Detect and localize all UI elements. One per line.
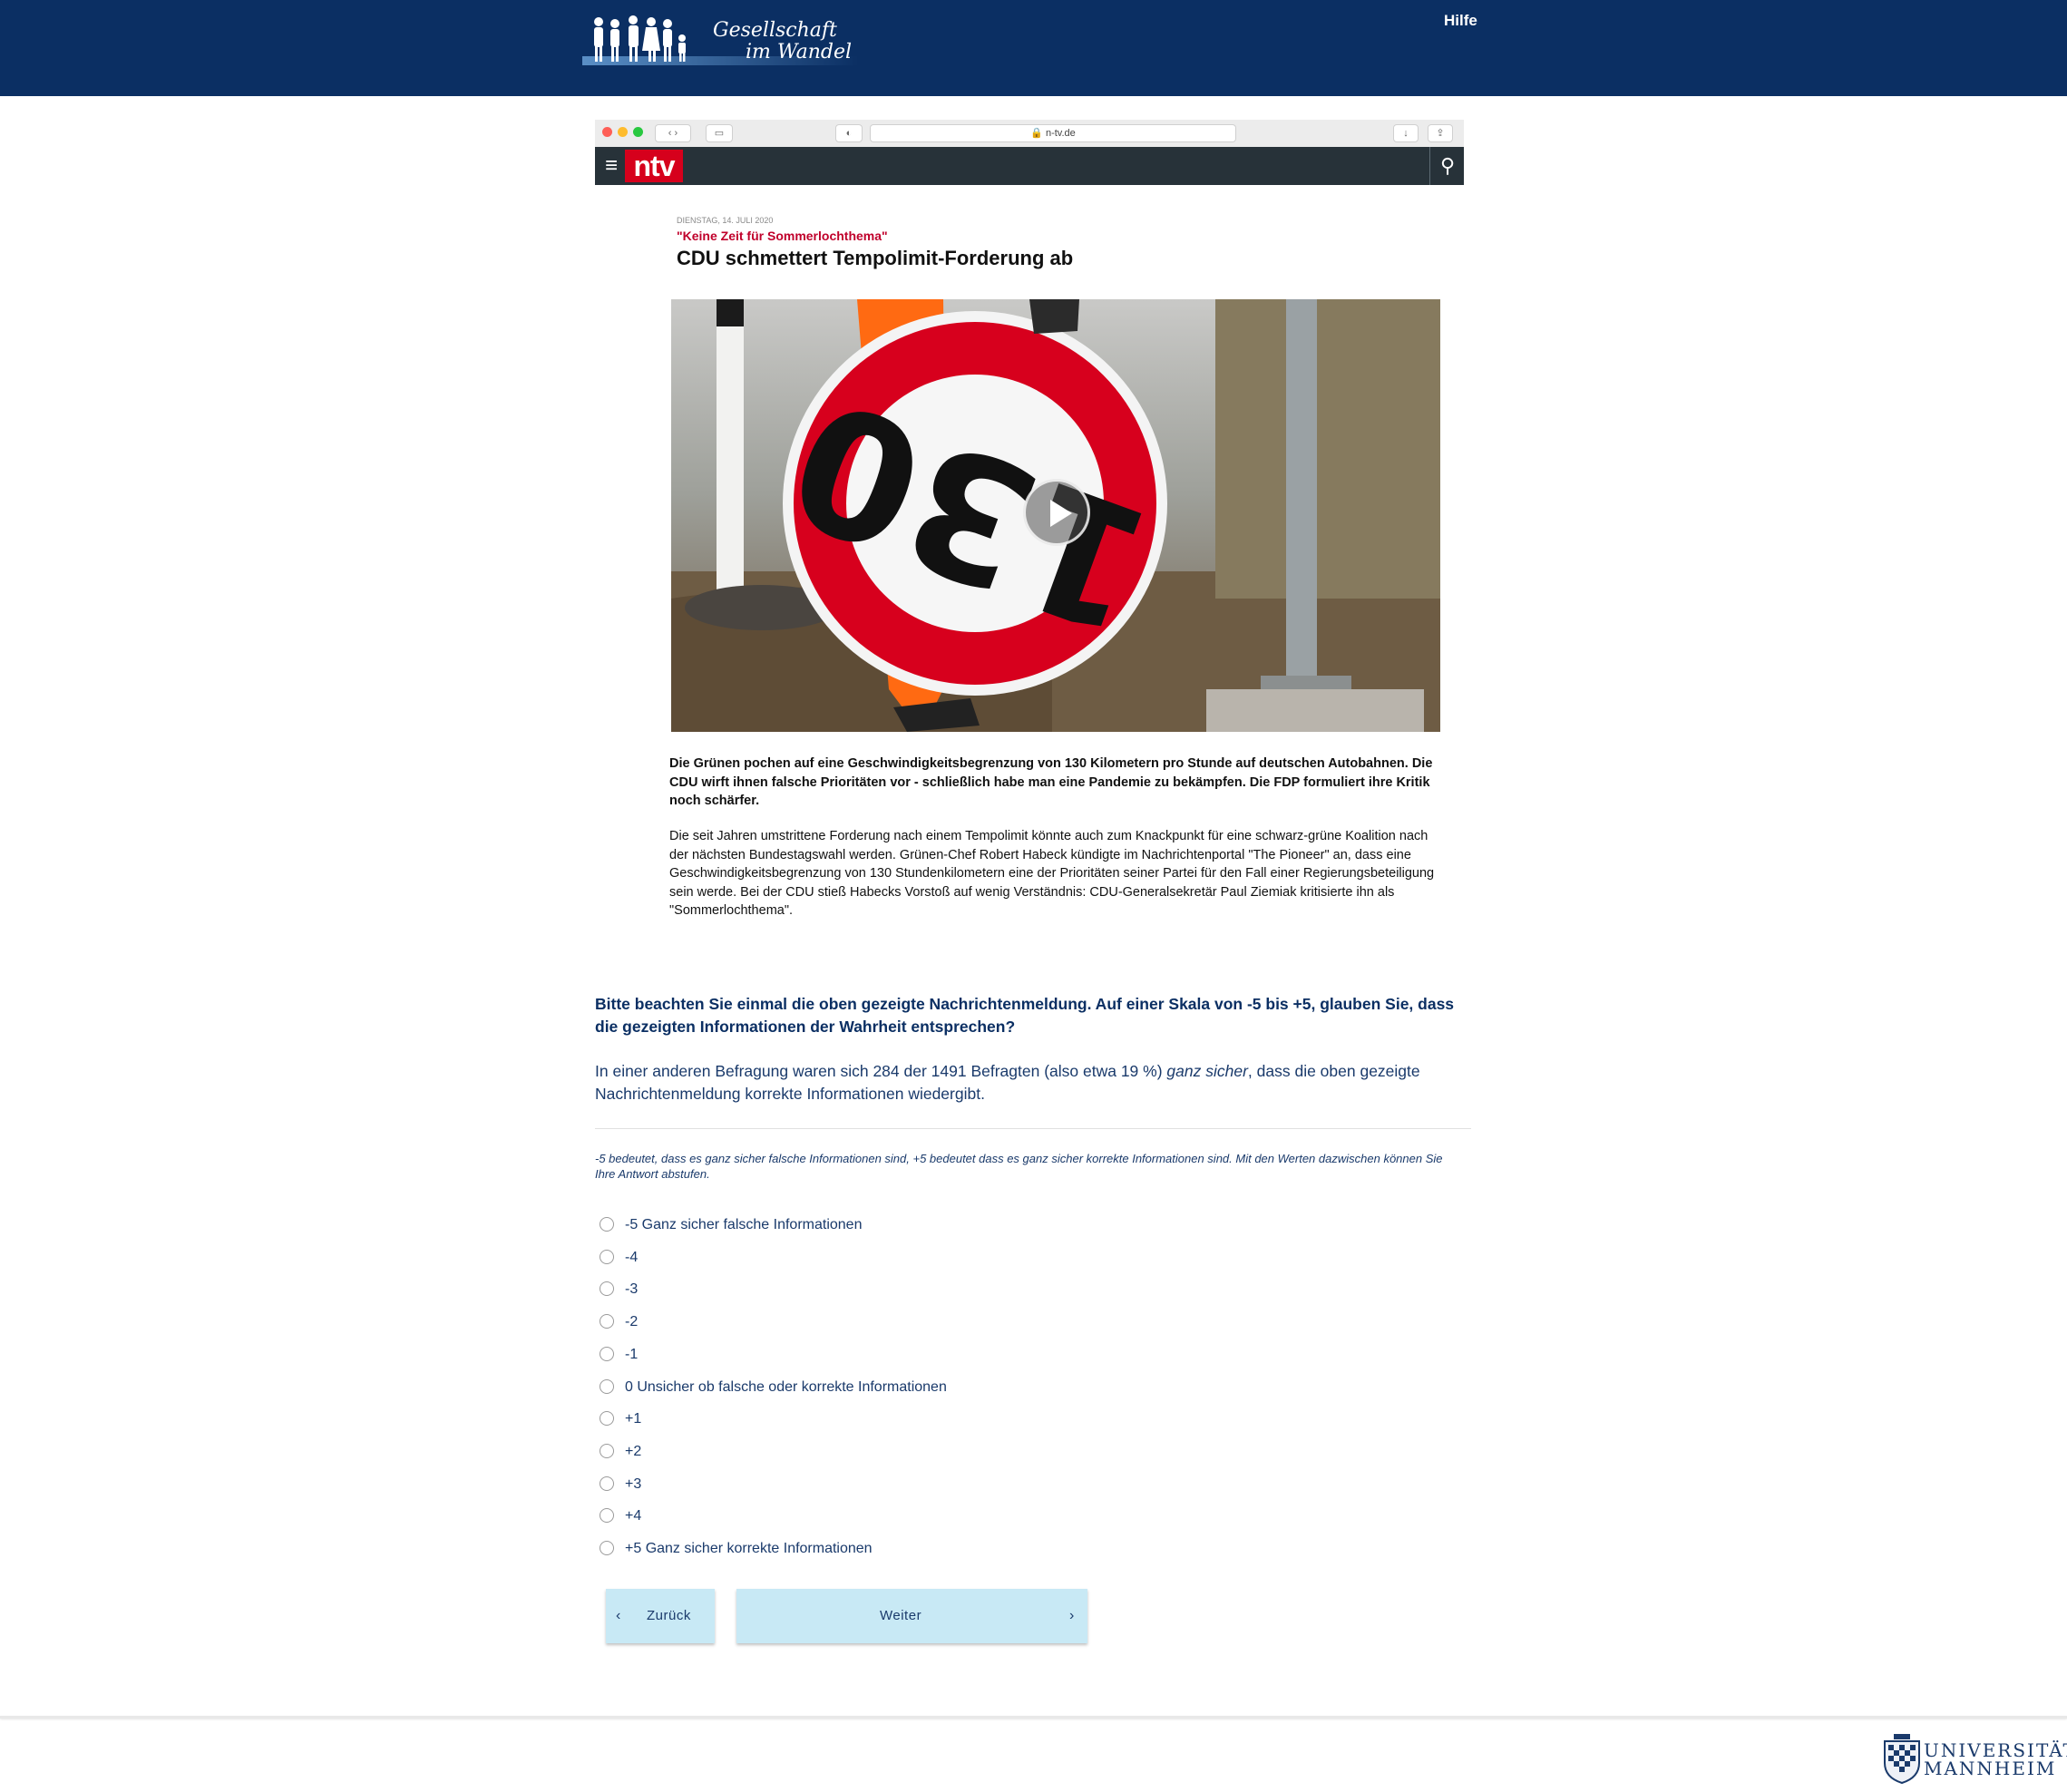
news-browser-frame: ‹ › ▭ ◐ 🔒 n-tv.de ↓ ⇪ ≡ ntv ⚲	[595, 120, 1464, 185]
radio-button[interactable]	[600, 1249, 614, 1264]
search-icon: ⚲	[1429, 147, 1465, 185]
window-minimize-dot	[618, 127, 628, 137]
privacy-icon: ◐	[835, 124, 863, 142]
radio-button[interactable]	[600, 1281, 614, 1297]
browser-url-bar: 🔒 n-tv.de	[870, 124, 1236, 142]
option-label: -2	[625, 1314, 639, 1330]
option-label: +1	[625, 1411, 642, 1427]
hamburger-menu-icon: ≡	[604, 153, 618, 178]
logo-line-2: im Wandel	[746, 41, 853, 63]
browser-url: n-tv.de	[1045, 128, 1076, 139]
scale-hint: -5 bedeutet, dass es ganz sicher falsche…	[595, 1152, 1443, 1181]
option-plus-5[interactable]: +5 Ganz sicher korrekte Informationen	[599, 1538, 1143, 1560]
chevron-left-icon: ‹	[616, 1608, 621, 1623]
chevron-right-icon: ›	[1069, 1608, 1075, 1623]
option-label: +3	[625, 1475, 642, 1492]
radio-button[interactable]	[600, 1541, 614, 1555]
logo-wordmark: Gesellschaft im Wandel	[713, 20, 876, 63]
sidebar-icon: ▭	[706, 124, 733, 142]
radio-button[interactable]	[600, 1217, 614, 1232]
section-divider	[595, 1128, 1471, 1129]
window-close-dot	[602, 127, 612, 137]
article-kicker: "Keine Zeit für Sommerlochthema"	[677, 229, 888, 243]
survey-info-text: In einer anderen Befragung waren sich 28…	[595, 1060, 1457, 1105]
option-minus-1[interactable]: -1	[599, 1344, 1143, 1366]
back-forward-icon: ‹ ›	[655, 124, 691, 142]
option-minus-5[interactable]: -5 Ganz sicher falsche Informationen	[599, 1214, 1143, 1236]
option-plus-2[interactable]: +2	[599, 1441, 1143, 1463]
next-button[interactable]: Weiter ›	[736, 1589, 1087, 1643]
option-plus-1[interactable]: +1	[599, 1408, 1143, 1430]
share-icon: ⇪	[1428, 124, 1453, 142]
option-label: -5 Ganz sicher falsche Informationen	[625, 1217, 863, 1232]
top-header-bar: Gesellschaft im Wandel Hilfe	[0, 0, 2067, 96]
article-video-image: 130	[671, 299, 1440, 732]
option-label: -3	[625, 1281, 639, 1298]
option-minus-2[interactable]: -2	[599, 1311, 1143, 1333]
option-label: +2	[625, 1443, 642, 1459]
play-icon	[1050, 500, 1072, 527]
radio-button[interactable]	[600, 1475, 614, 1491]
window-maximize-dot	[633, 127, 643, 137]
article-body: Die seit Jahren umstrittene Forderung na…	[669, 829, 1435, 918]
download-icon: ↓	[1393, 124, 1419, 142]
video-play-button	[1023, 479, 1090, 546]
option-plus-3[interactable]: +3	[599, 1474, 1143, 1495]
radio-button[interactable]	[600, 1314, 614, 1329]
option-0[interactable]: 0 Unsicher ob falsche oder korrekte Info…	[599, 1377, 1143, 1398]
radio-button[interactable]	[600, 1443, 614, 1458]
back-button-label: Zurück	[647, 1608, 691, 1623]
logo-line-1: Gesellschaft	[713, 19, 837, 42]
article-date: DIENSTAG, 14. JULI 2020	[677, 216, 774, 225]
ntv-navbar: ≡ ntv ⚲	[595, 147, 1464, 185]
radio-button[interactable]	[600, 1346, 614, 1361]
university-line-2: MANNHEIM	[1924, 1758, 2057, 1779]
radio-button[interactable]	[600, 1508, 614, 1524]
university-wordmark: UNIVERSITÄT MANNHEIM	[1924, 1741, 2067, 1777]
option-label: -1	[625, 1346, 639, 1362]
option-minus-4[interactable]: -4	[599, 1247, 1143, 1269]
option-label: +4	[625, 1508, 642, 1524]
option-minus-3[interactable]: -3	[599, 1279, 1143, 1300]
university-line-1: UNIVERSITÄT	[1924, 1739, 2067, 1761]
option-label: +5 Ganz sicher korrekte Informationen	[625, 1541, 873, 1556]
option-plus-4[interactable]: +4	[599, 1505, 1143, 1527]
article-headline: CDU schmettert Tempolimit-Forderung ab	[677, 247, 1074, 269]
back-button[interactable]: ‹ Zurück	[606, 1589, 715, 1643]
help-link[interactable]: Hilfe	[1444, 12, 1477, 30]
radio-button[interactable]	[600, 1378, 614, 1394]
article-lead: Die Grünen pochen auf eine Geschwindigke…	[669, 756, 1433, 808]
survey-question: Bitte beachten Sie einmal die oben gezei…	[595, 995, 1455, 1036]
browser-toolbar: ‹ › ▭ ◐ 🔒 n-tv.de ↓ ⇪	[595, 120, 1464, 148]
footer-divider	[0, 1716, 2067, 1719]
option-label: 0 Unsicher ob falsche oder korrekte Info…	[625, 1378, 947, 1395]
next-button-label: Weiter	[880, 1608, 922, 1623]
radio-button[interactable]	[600, 1411, 614, 1427]
info-text-emphasis: ganz sicher	[1166, 1062, 1248, 1080]
option-label: -4	[625, 1249, 639, 1265]
info-text-part-1: In einer anderen Befragung waren sich 28…	[595, 1062, 1167, 1080]
ntv-logo: ntv	[625, 150, 683, 182]
